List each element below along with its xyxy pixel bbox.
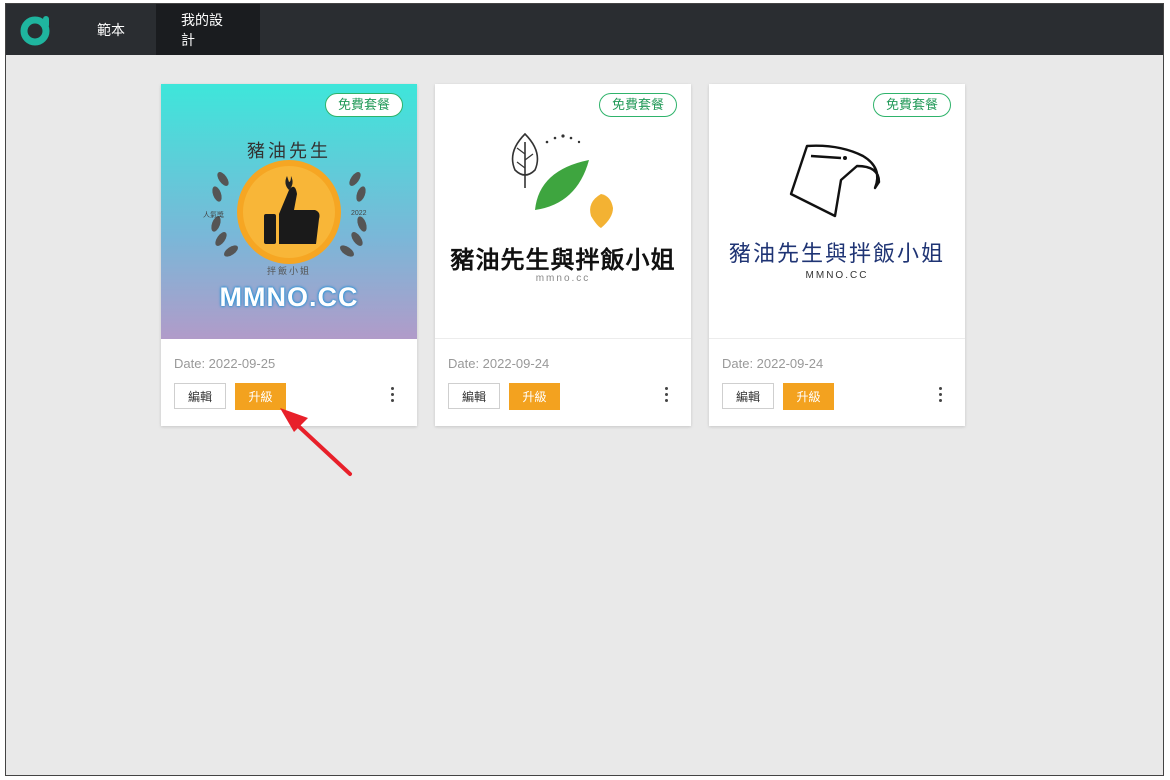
art-arc-text: 豬油先生 <box>247 141 331 161</box>
art-subtitle-text: mmno.cc <box>535 273 591 284</box>
app-frame: 範本 我的設計 豬油先生 人氣獎 2022 拌飯小姐 MMNO.CC 免費套餐 … <box>5 3 1164 776</box>
art-subtitle-text: MMNO.CC <box>805 270 869 281</box>
edit-button[interactable]: 編輯 <box>722 383 774 409</box>
design-card-list: 豬油先生 人氣獎 2022 拌飯小姐 MMNO.CC 免費套餐 Date: 20… <box>161 84 965 426</box>
design-date: Date: 2022-09-24 <box>448 356 550 371</box>
design-thumbnail[interactable]: 豬油先生 人氣獎 2022 拌飯小姐 MMNO.CC 免費套餐 <box>161 84 417 339</box>
annotation-arrow-icon <box>280 408 352 476</box>
edit-button[interactable]: 編輯 <box>174 383 226 409</box>
art-bottom-text: 拌飯小姐 <box>266 266 311 276</box>
art-title-text: 豬油先生與拌飯小姐 <box>450 246 676 274</box>
design-date: Date: 2022-09-25 <box>174 356 276 371</box>
art-title-text: 豬油先生與拌飯小姐 <box>728 242 945 267</box>
eagle-head-icon <box>789 144 881 218</box>
tab-templates[interactable]: 範本 <box>66 4 156 55</box>
tab-my-designs[interactable]: 我的設計 <box>156 4 260 55</box>
design-card: 豬油先生 人氣獎 2022 拌飯小姐 MMNO.CC 免費套餐 Date: 20… <box>161 84 417 426</box>
design-card: 豬油先生與拌飯小姐 mmno.cc 免費套餐 Date: 2022-09-24 … <box>435 84 691 426</box>
more-options-icon[interactable] <box>661 387 671 407</box>
art-brand-text: MMNO.CC <box>219 282 359 312</box>
upgrade-button[interactable]: 升級 <box>783 383 834 410</box>
app-logo-icon[interactable] <box>6 4 66 55</box>
design-thumbnail[interactable]: 豬油先生與拌飯小姐 MMNO.CC 免費套餐 <box>709 84 965 339</box>
design-card: 豬油先生與拌飯小姐 MMNO.CC 免費套餐 Date: 2022-09-24 … <box>709 84 965 426</box>
art-left-text: 人氣獎 <box>203 212 224 219</box>
free-plan-badge: 免費套餐 <box>598 93 677 117</box>
top-navigation-bar: 範本 我的設計 <box>6 4 1163 55</box>
edit-button[interactable]: 編輯 <box>448 383 500 409</box>
free-plan-badge: 免費套餐 <box>324 93 403 117</box>
more-options-icon[interactable] <box>935 387 945 407</box>
leaves-icon <box>511 132 613 228</box>
free-plan-badge: 免費套餐 <box>872 93 951 117</box>
art-right-text: 2022 <box>351 210 367 217</box>
upgrade-button[interactable]: 升級 <box>509 383 560 410</box>
design-date: Date: 2022-09-24 <box>722 356 824 371</box>
design-thumbnail[interactable]: 豬油先生與拌飯小姐 mmno.cc 免費套餐 <box>435 84 691 339</box>
